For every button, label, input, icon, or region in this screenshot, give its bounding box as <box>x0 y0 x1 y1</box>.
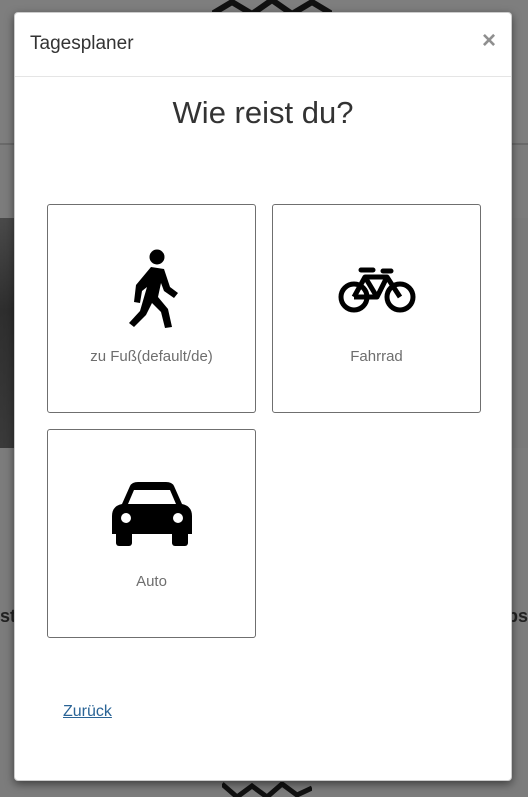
dialog-header: Tagesplaner × <box>15 13 511 77</box>
background-photo <box>0 218 14 448</box>
dialog-title: Tagesplaner <box>30 33 134 54</box>
travel-mode-dialog: Tagesplaner × Wie reist du? zu Fuß(defau… <box>14 12 512 781</box>
option-label: Fahrrad <box>350 348 403 365</box>
back-link[interactable]: Zurück <box>63 703 112 721</box>
option-bicycle[interactable]: Fahrrad <box>272 204 481 413</box>
bicycle-icon <box>273 265 480 315</box>
option-car[interactable]: Auto <box>47 429 256 638</box>
background-logo-bottom <box>222 782 312 797</box>
car-icon <box>48 482 255 546</box>
option-label: zu Fuß(default/de) <box>90 348 213 365</box>
walking-person-icon <box>48 249 255 329</box>
background-photo-right <box>512 218 528 448</box>
option-walking[interactable]: zu Fuß(default/de) <box>47 204 256 413</box>
dialog-question: Wie reist du? <box>172 95 354 130</box>
close-button[interactable]: × <box>482 29 496 53</box>
option-label: Auto <box>136 573 167 590</box>
